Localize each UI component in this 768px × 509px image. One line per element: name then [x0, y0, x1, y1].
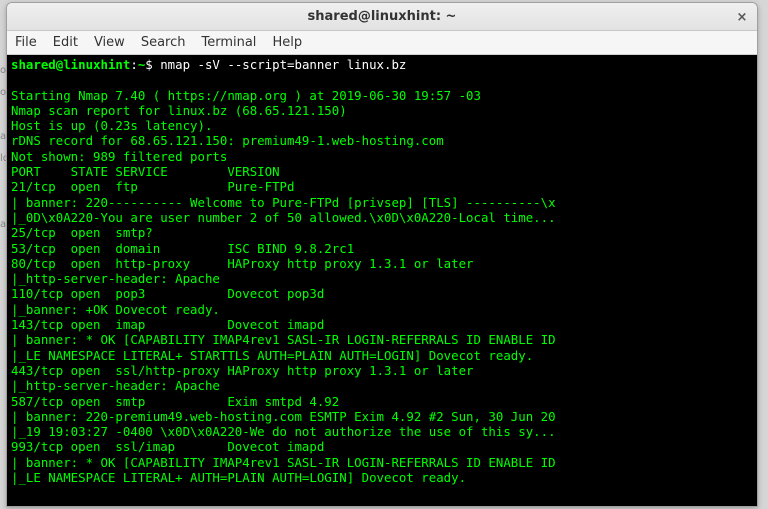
menu-view[interactable]: View [94, 35, 125, 50]
output-line: PORT STATE SERVICE VERSION [11, 164, 280, 179]
terminal-area[interactable]: shared@linuxhint:~$ nmap -sV --script=ba… [7, 55, 757, 506]
output-line: | banner: * OK [CAPABILITY IMAP4rev1 SAS… [11, 455, 556, 470]
menu-terminal[interactable]: Terminal [201, 35, 256, 50]
terminal-window: shared@linuxhint: ~ × File Edit View Sea… [6, 2, 758, 507]
close-button[interactable]: × [733, 8, 751, 26]
menu-edit[interactable]: Edit [53, 35, 78, 50]
menu-help[interactable]: Help [272, 35, 302, 50]
output-line: |_http-server-header: Apache [11, 271, 220, 286]
close-icon: × [737, 10, 748, 25]
output-line: rDNS record for 68.65.121.150: premium49… [11, 133, 444, 148]
output-line: 53/tcp open domain ISC BIND 9.8.2rc1 [11, 241, 354, 256]
output-line: |_19 19:03:27 -0400 \x0D\x0A220-We do no… [11, 424, 556, 439]
menu-file[interactable]: File [15, 35, 37, 50]
output-line: | banner: * OK [CAPABILITY IMAP4rev1 SAS… [11, 332, 556, 347]
output-line: |_LE NAMESPACE LITERAL+ STARTTLS AUTH=PL… [11, 348, 533, 363]
window-title: shared@linuxhint: ~ [308, 9, 457, 24]
output-line: 993/tcp open ssl/imap Dovecot imapd [11, 439, 324, 454]
output-line: 21/tcp open ftp Pure-FTPd [11, 179, 294, 194]
output-line: |_LE NAMESPACE LITERAL+ AUTH=PLAIN AUTH=… [11, 470, 466, 485]
output-line: 80/tcp open http-proxy HAProxy http prox… [11, 256, 474, 271]
prompt-dollar: $ [145, 57, 160, 72]
output-line: Nmap scan report for linux.bz (68.65.121… [11, 103, 347, 118]
prompt-sep: : [130, 57, 137, 72]
output-line: Not shown: 989 filtered ports [11, 149, 227, 164]
output-line: 110/tcp open pop3 Dovecot pop3d [11, 286, 324, 301]
output-line: Host is up (0.23s latency). [11, 118, 212, 133]
output-line: |_0D\x0A220-You are user number 2 of 50 … [11, 210, 556, 225]
menubar: File Edit View Search Terminal Help [7, 31, 757, 55]
output-line: 143/tcp open imap Dovecot imapd [11, 317, 324, 332]
output-line: |_http-server-header: Apache [11, 378, 220, 393]
titlebar: shared@linuxhint: ~ × [7, 3, 757, 31]
output-line: Starting Nmap 7.40 ( https://nmap.org ) … [11, 88, 481, 103]
output-line: | banner: 220-premium49.web-hosting.com … [11, 409, 556, 424]
output-line: 25/tcp open smtp? [11, 225, 153, 240]
output-line: | banner: 220---------- Welcome to Pure-… [11, 195, 556, 210]
prompt-user-host: shared@linuxhint [11, 57, 130, 72]
output-line: 587/tcp open smtp Exim smtpd 4.92 [11, 394, 339, 409]
output-line: |_banner: +OK Dovecot ready. [11, 302, 220, 317]
menu-search[interactable]: Search [141, 35, 186, 50]
output-line: 443/tcp open ssl/http-proxy HAProxy http… [11, 363, 474, 378]
command-text: nmap -sV --script=banner linux.bz [160, 57, 406, 72]
